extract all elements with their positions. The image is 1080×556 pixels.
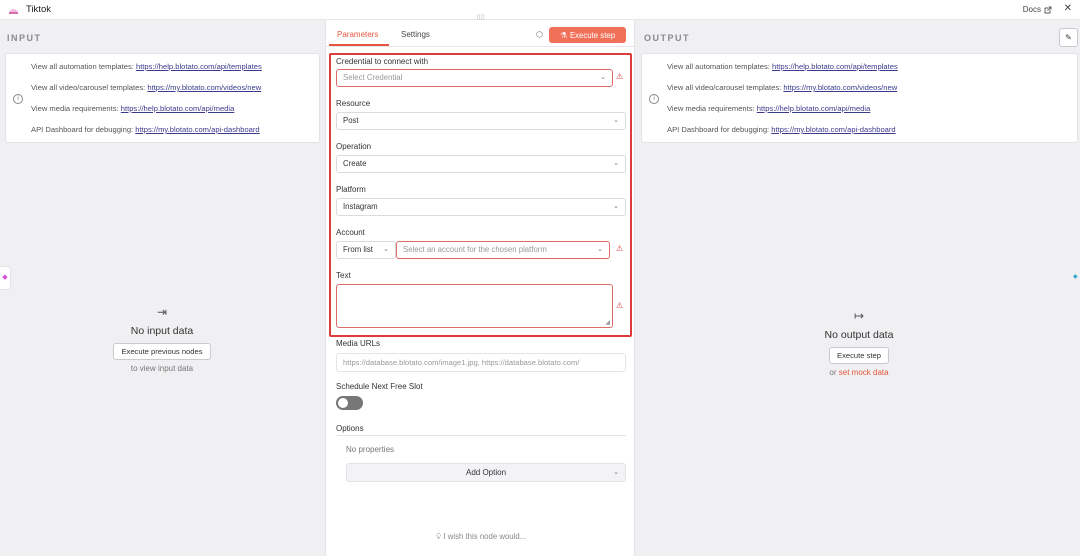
platform-select[interactable]: Instagram ⌄ <box>336 198 626 216</box>
media-link[interactable]: https://help.blotato.com/api/media <box>121 104 235 113</box>
options-divider <box>336 435 626 436</box>
external-link-icon <box>1044 6 1052 13</box>
tab-settings[interactable]: Settings <box>401 30 430 39</box>
active-tab-indicator <box>329 44 389 46</box>
feedback-link[interactable]: 💡︎ I wish this node would... <box>326 532 636 542</box>
lightbulb-icon: 💡︎ <box>435 532 442 541</box>
warning-icon: ⚠ <box>616 244 624 253</box>
tab-bar: Parameters Settings ⬡ ⚗ Execute step <box>326 20 636 47</box>
input-notice-box: i View all automation templates: https:/… <box>5 53 320 143</box>
account-select[interactable]: Select an account for the chosen platfor… <box>396 241 610 259</box>
notice-line: View all automation templates: https://h… <box>667 62 898 71</box>
media-urls-input[interactable]: https://database.blotato.com/image1.jpg,… <box>336 353 626 372</box>
execute-step-button[interactable]: ⚗ Execute step <box>549 27 626 43</box>
chevron-down-icon: ⌄ <box>597 246 603 253</box>
tab-parameters[interactable]: Parameters <box>337 30 378 39</box>
account-mode-select[interactable]: From list ⌄ <box>336 241 396 259</box>
info-icon: i <box>13 94 23 104</box>
edit-pencil-icon[interactable]: ✎ <box>1059 28 1078 47</box>
notice-line: View all video/carousel templates: https… <box>667 83 898 92</box>
execute-step-small-button[interactable]: Execute step <box>829 347 889 364</box>
resource-select[interactable]: Post ⌄ <box>336 112 626 130</box>
videos-link[interactable]: https://my.blotato.com/videos/new <box>783 83 897 92</box>
cube-icon[interactable]: ⬡ <box>536 30 543 39</box>
input-empty-hint: to view input data <box>130 364 194 373</box>
schedule-label: Schedule Next Free Slot <box>336 382 423 391</box>
operation-label: Operation <box>336 142 372 151</box>
text-input[interactable]: ◢ <box>336 284 613 328</box>
output-notice-box: i View all automation templates: https:/… <box>641 53 1078 143</box>
chevron-down-icon: ⌄ <box>613 117 619 124</box>
toggle-knob <box>338 398 348 408</box>
media-link[interactable]: https://help.blotato.com/api/media <box>757 104 871 113</box>
media-urls-label: Media URLs <box>336 339 381 348</box>
node-logo-icon <box>9 9 18 14</box>
output-empty-state: ↦ No output data Execute step or set moc… <box>759 309 959 377</box>
node-title[interactable]: Tiktok <box>26 4 51 15</box>
execute-step-label: Execute step <box>569 30 616 40</box>
notice-line: View media requirements: https://help.bl… <box>31 104 235 113</box>
execute-previous-nodes-button[interactable]: Execute previous nodes <box>113 343 211 360</box>
no-input-title: No input data <box>130 325 194 337</box>
docs-label: Docs <box>1022 5 1041 14</box>
chevron-down-icon: ⌄ <box>613 469 619 476</box>
options-label: Options <box>336 424 364 433</box>
operation-select[interactable]: Create ⌄ <box>336 155 626 173</box>
notice-line: API Dashboard for debugging: https://my.… <box>667 125 896 134</box>
account-label: Account <box>336 228 365 237</box>
resource-label: Resource <box>336 99 371 108</box>
schedule-toggle[interactable] <box>336 396 363 410</box>
api-dashboard-link[interactable]: https://my.blotato.com/api-dashboard <box>135 125 259 134</box>
warning-icon: ⚠ <box>616 72 624 81</box>
input-connector-icon[interactable]: ◆ <box>0 266 11 290</box>
warning-icon: ⚠ <box>616 301 624 310</box>
output-panel-label: OUTPUT <box>644 33 690 43</box>
chevron-down-icon: ⌄ <box>600 74 606 81</box>
parameters-panel: Parameters Settings ⬡ ⚗ Execute step Cre… <box>325 20 636 556</box>
credential-label: Credential to connect with <box>336 57 429 66</box>
credential-select[interactable]: Select Credential ⌄ <box>336 69 613 87</box>
output-connector-icon[interactable]: ◆ <box>1073 266 1080 290</box>
no-output-title: No output data <box>824 329 894 341</box>
videos-link[interactable]: https://my.blotato.com/videos/new <box>147 83 261 92</box>
resize-grip-icon[interactable]: ◢ <box>605 319 610 326</box>
info-icon: i <box>649 94 659 104</box>
flask-icon: ⚗ <box>559 30 567 40</box>
text-label: Text <box>336 271 351 280</box>
notice-line: API Dashboard for debugging: https://my.… <box>31 125 260 134</box>
arrow-from-line-icon: ↦ <box>853 309 865 323</box>
templates-link[interactable]: https://help.blotato.com/api/templates <box>136 62 262 71</box>
chevron-down-icon: ⌄ <box>613 203 619 210</box>
api-dashboard-link[interactable]: https://my.blotato.com/api-dashboard <box>771 125 895 134</box>
set-mock-data-link[interactable]: set mock data <box>839 368 889 377</box>
arrow-to-line-icon: ⇥ <box>156 305 168 319</box>
notice-line: View all video/carousel templates: https… <box>31 83 262 92</box>
output-empty-hint: or set mock data <box>829 368 889 377</box>
input-empty-state: ⇥ No input data Execute previous nodes t… <box>62 305 262 373</box>
templates-link[interactable]: https://help.blotato.com/api/templates <box>772 62 898 71</box>
docs-link[interactable]: Docs <box>1023 5 1052 14</box>
chevron-down-icon: ⌄ <box>383 246 389 253</box>
title-bar: Tiktok Docs ✕ <box>0 0 1080 20</box>
no-properties-text: No properties <box>346 445 395 454</box>
notice-line: View all automation templates: https://h… <box>31 62 262 71</box>
close-icon[interactable]: ✕ <box>1064 3 1072 14</box>
notice-line: View media requirements: https://help.bl… <box>667 104 871 113</box>
chevron-down-icon: ⌄ <box>613 160 619 167</box>
add-option-button[interactable]: Add Option ⌄ <box>346 463 626 482</box>
platform-label: Platform <box>336 185 366 194</box>
input-panel-label: INPUT <box>7 33 42 43</box>
